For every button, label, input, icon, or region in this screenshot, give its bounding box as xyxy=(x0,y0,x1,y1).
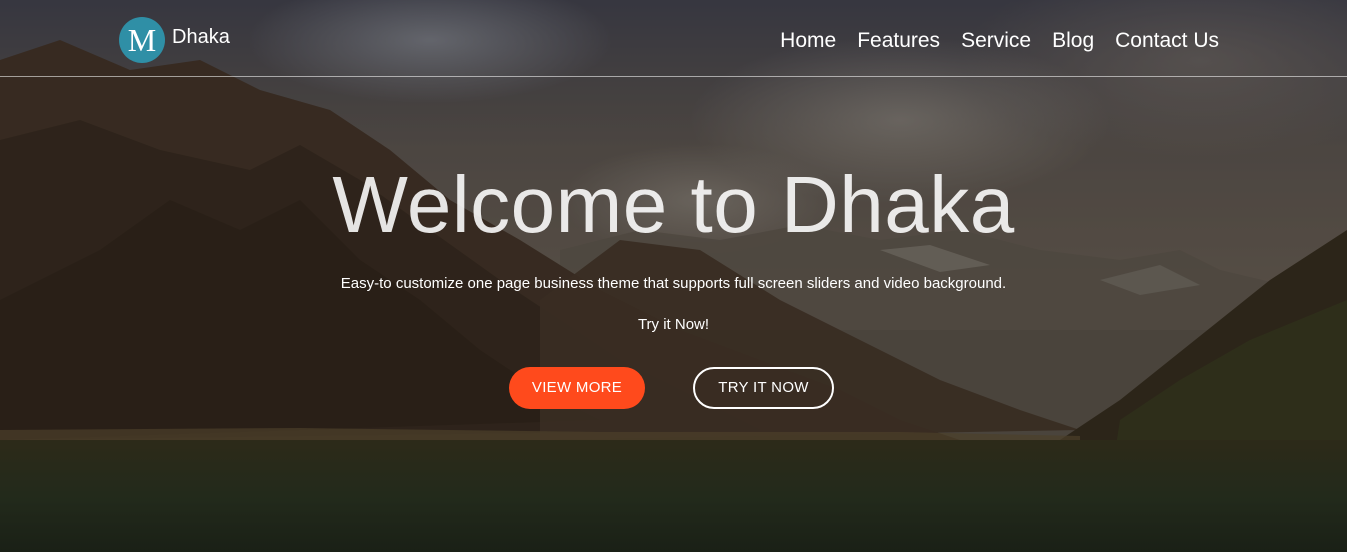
hero-title: Welcome to Dhaka xyxy=(332,160,1015,249)
nav-item-contact-us[interactable]: Contact Us xyxy=(1115,28,1219,54)
nav-item-service[interactable]: Service xyxy=(961,28,1031,54)
hero-subtitle: Easy-to customize one page business them… xyxy=(340,275,1007,292)
site-header: M Dhaka Home Features Service Blog Conta… xyxy=(0,0,1347,77)
brand-logo[interactable]: M Dhaka xyxy=(119,17,230,63)
hero-section: M Dhaka Home Features Service Blog Conta… xyxy=(0,0,1347,552)
nav-item-home[interactable]: Home xyxy=(780,28,836,54)
view-more-button[interactable]: VIEW MORE xyxy=(509,367,645,409)
hero-tagline: Try it Now! xyxy=(637,316,710,333)
logo-badge: M xyxy=(119,17,165,63)
brand-name: Dhaka xyxy=(172,25,230,48)
nav-item-blog[interactable]: Blog xyxy=(1052,28,1094,54)
try-it-now-button[interactable]: TRY IT NOW xyxy=(693,367,834,409)
nav-item-features[interactable]: Features xyxy=(857,28,940,54)
main-nav: Home Features Service Blog Contact Us xyxy=(780,28,1219,54)
